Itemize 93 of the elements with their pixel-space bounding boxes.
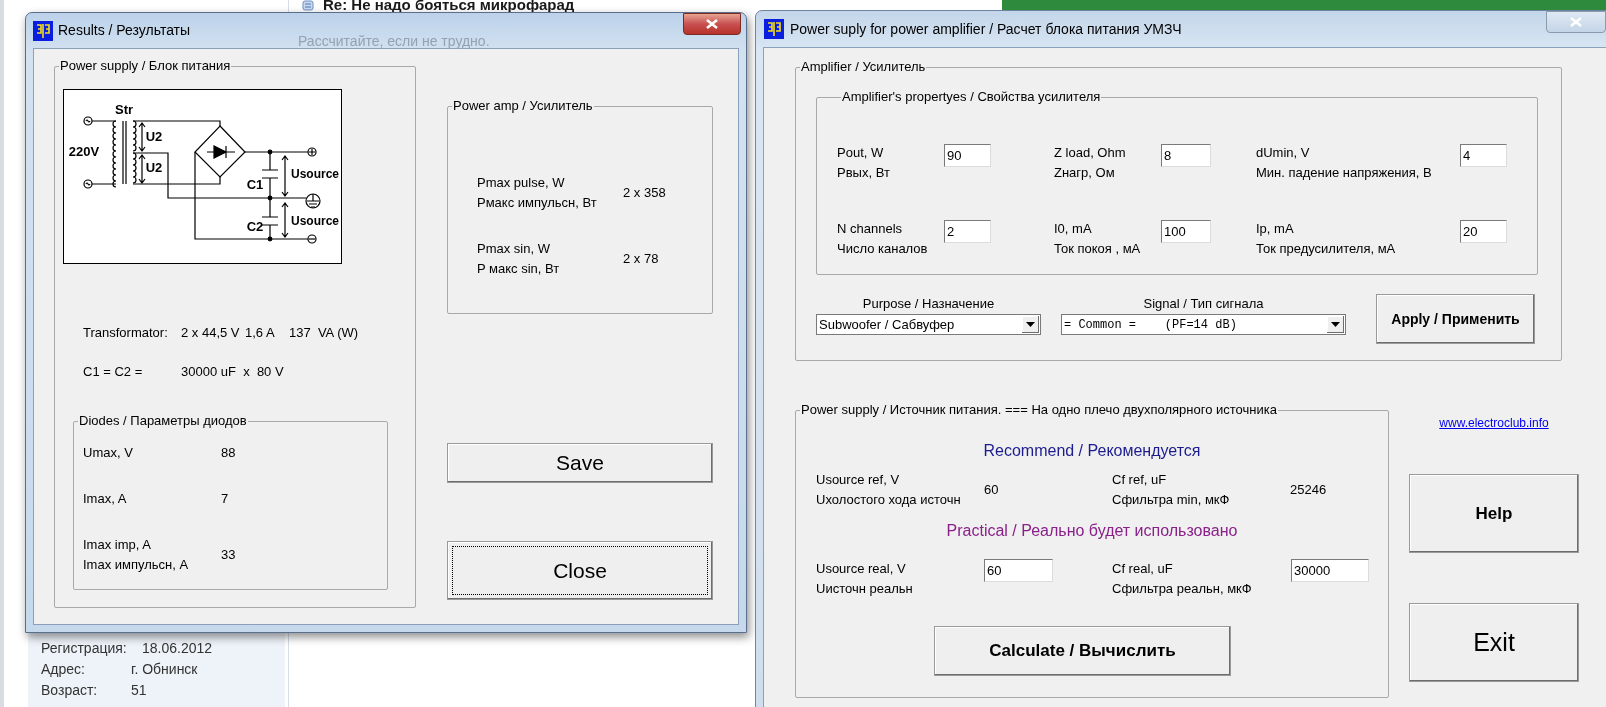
signal-dropdown[interactable]: = Common = (PF=14 dB) — [1061, 314, 1346, 335]
group-title: Amplifier / Усилитель — [800, 59, 927, 75]
field-value: 137 VA (W) — [289, 324, 360, 343]
caret-icon — [1331, 322, 1340, 327]
field-label: I0, mA — [1054, 220, 1093, 238]
section-heading: Practical / Реально будет использовано — [945, 521, 1239, 541]
caret-icon — [1026, 322, 1035, 327]
field-label: Uисточн реальн — [816, 580, 914, 598]
field-label: Umax, V — [83, 444, 134, 462]
input-field[interactable]: 20 — [1460, 220, 1507, 243]
field-label: Сфильтра реальн, мкФ — [1112, 580, 1253, 598]
field-label: Usource real, V — [816, 560, 907, 578]
input-field[interactable]: 90 — [944, 144, 991, 167]
group-title: Power amp / Усилитель — [452, 98, 594, 114]
profile-value: 51 — [131, 681, 147, 699]
field-label: Imax, A — [83, 490, 128, 508]
field-label: Число каналов — [837, 240, 929, 258]
field-label: Ток предусилителя, мА — [1256, 240, 1397, 258]
schematic-label: U2 — [145, 160, 163, 175]
purpose-dropdown[interactable]: Subwoofer / Сабвуфер — [816, 314, 1041, 335]
field-label: Ток покоя , мА — [1054, 240, 1142, 258]
field-label: Сфильтра min, мкФ — [1112, 491, 1231, 509]
profile-label: Возраст: — [41, 681, 99, 699]
schematic-label: C1 — [246, 177, 264, 192]
field-label: Imax imp, A — [83, 536, 152, 554]
close-icon — [705, 18, 719, 30]
schematic-label: C2 — [246, 219, 264, 234]
close-button[interactable] — [683, 13, 741, 35]
section-heading: Recommend / Рекомендуется — [982, 441, 1202, 461]
field-label: Zнагр, Ом — [1054, 164, 1116, 182]
field-label: C1 = C2 = — [83, 363, 144, 382]
field-value: 88 — [221, 444, 236, 463]
field-value: 1,6 A — [245, 324, 276, 343]
group-title: Power supply / Источник питания. === На одно плечо двухполярного источника — [800, 402, 1278, 418]
schematic-label: U2 — [145, 129, 163, 144]
schematic-label: Usource — [291, 167, 339, 181]
field-value: 60 — [984, 481, 1000, 500]
field-value: 2 x 358 — [623, 184, 666, 203]
calculate-button[interactable]: Calculate / Вычислить — [934, 626, 1231, 676]
dropdown-label: Purpose / Назначение — [862, 295, 995, 313]
window-title: Results / Результаты — [58, 21, 191, 40]
field-label: Cf real, uF — [1112, 560, 1174, 578]
field-label: Pmax pulse, W — [477, 174, 566, 192]
input-field[interactable]: 2 — [944, 220, 991, 243]
field-value: 7 — [221, 490, 229, 509]
field-label: Ip, mA — [1256, 220, 1295, 238]
field-label: Z load, Ohm — [1054, 144, 1127, 162]
field-label: Usource ref, V — [816, 471, 901, 489]
schematic-label: Usource — [291, 214, 339, 228]
close-button[interactable]: Close — [447, 541, 713, 600]
field-label: Pout, W — [837, 144, 885, 162]
exit-button[interactable]: Exit — [1409, 603, 1579, 682]
field-label: N channels — [837, 220, 904, 238]
post-icon — [302, 0, 314, 11]
field-label: Рмакс импульсн, Вт — [477, 194, 598, 212]
field-label: Cf ref, uF — [1112, 471, 1168, 489]
save-button[interactable]: Save — [447, 443, 713, 483]
help-button[interactable]: Help — [1409, 474, 1579, 553]
field-label: Imax импульсн, A — [83, 556, 190, 574]
website-link[interactable]: www.electroclub.info — [1439, 415, 1549, 431]
input-field[interactable]: 60 — [984, 559, 1053, 582]
group-title: Power supply / Блок питания — [59, 58, 232, 74]
input-field[interactable]: 100 — [1161, 220, 1211, 243]
field-label: Uхолостого хода источн — [816, 491, 962, 509]
app-icon — [764, 19, 784, 39]
field-label: P макс sin, Вт — [477, 260, 561, 278]
field-value: 33 — [221, 546, 236, 565]
schematic-label: 220V — [68, 144, 100, 159]
field-value: 25246 — [1290, 481, 1327, 500]
profile-label: Адрес: — [41, 660, 86, 678]
field-label: Мин. падение напряжения, В — [1256, 164, 1433, 182]
field-label: Pmax sin, W — [477, 240, 551, 258]
group-title: Amplifier's propertyes / Свойства усилителя — [841, 89, 1102, 105]
input-field[interactable]: 4 — [1460, 144, 1507, 167]
app-icon — [33, 20, 53, 41]
field-value: 2 x 44,5 V — [181, 324, 241, 343]
dropdown-label: Signal / Тип сигнала — [1143, 295, 1264, 313]
field-value: 30000 uF x 80 V — [181, 363, 284, 382]
input-field[interactable]: 30000 — [1291, 559, 1369, 582]
field-label: Рвых, Вт — [837, 164, 891, 182]
window-title: Power suply for power amplifier / Расчет блока питания УМЗЧ — [790, 19, 1182, 39]
group-title: Diodes / Параметры диодов — [78, 413, 248, 429]
input-field[interactable]: 8 — [1161, 144, 1211, 167]
close-icon — [1569, 16, 1583, 28]
apply-button[interactable]: Apply / Применить — [1376, 294, 1535, 344]
field-label: dUmin, V — [1256, 144, 1311, 162]
profile-value: г. Обнинск — [131, 660, 198, 678]
schematic-label: Str — [114, 102, 134, 117]
post-text: Рассчитайте, если не трудно. — [298, 32, 490, 51]
field-label: Transformator: — [83, 324, 169, 343]
profile-label: Регистрация: — [41, 639, 128, 657]
field-value: 2 x 78 — [623, 250, 659, 269]
profile-value: 18.06.2012 — [142, 639, 213, 657]
